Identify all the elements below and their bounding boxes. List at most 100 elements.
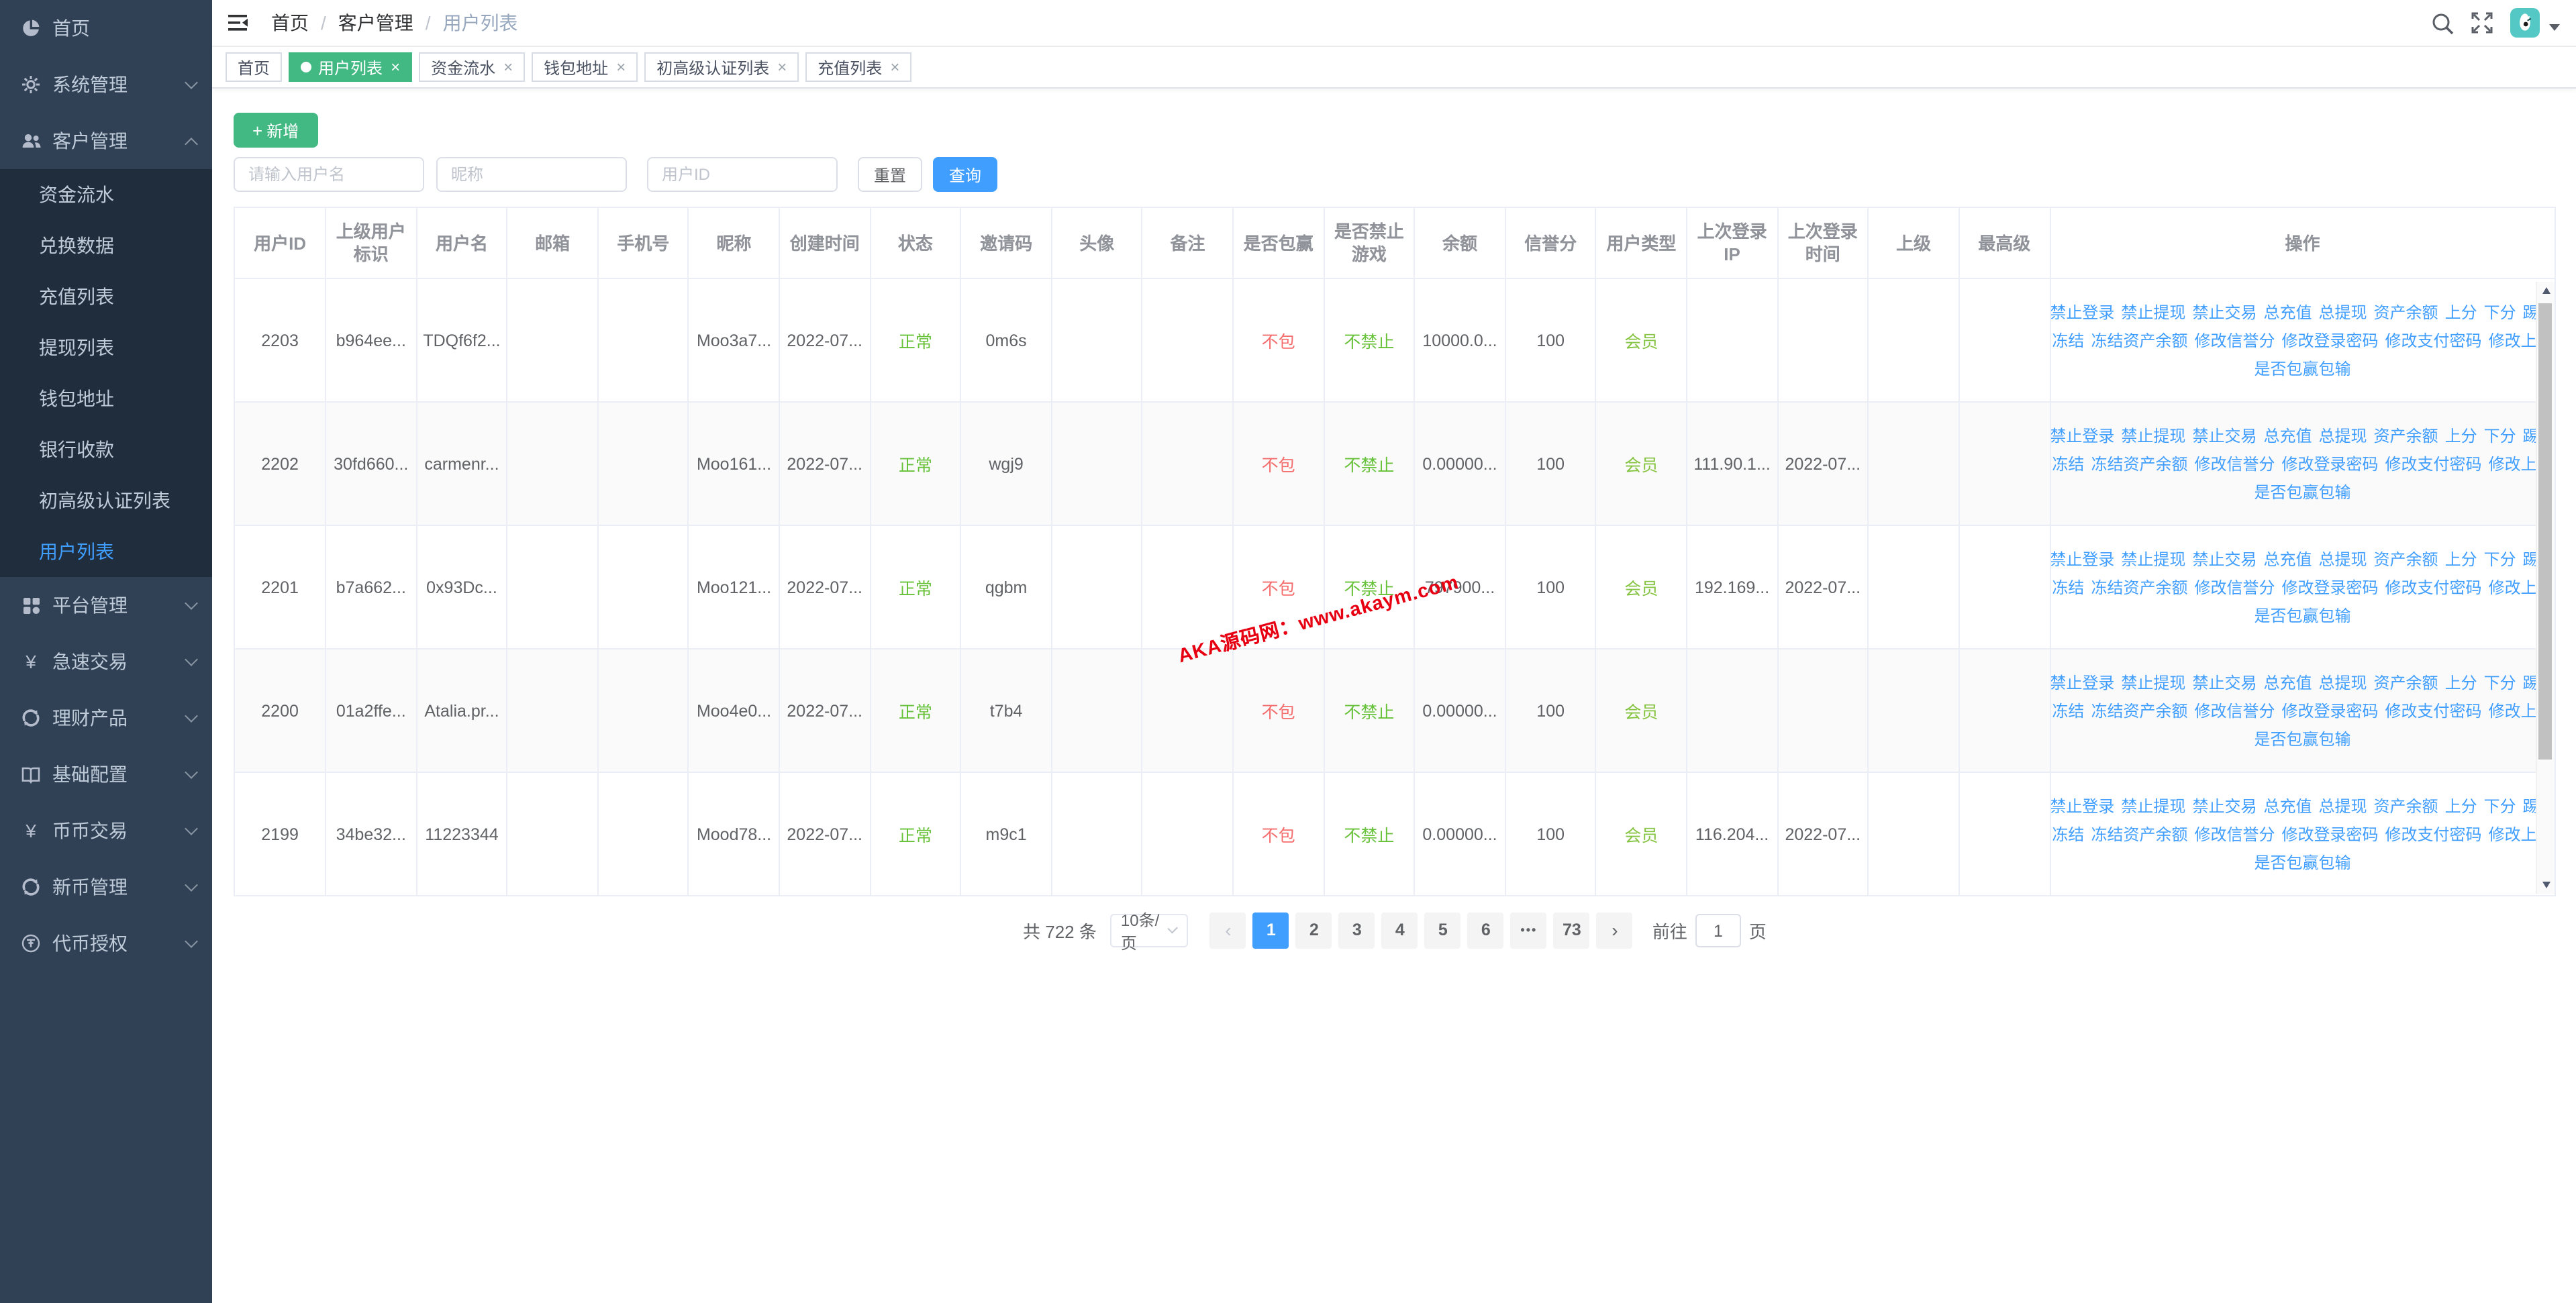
action-link[interactable]: 冻结	[2052, 327, 2084, 354]
page-button[interactable]: 6	[1467, 913, 1504, 949]
tab-wallet-address[interactable]: 钱包地址 ×	[532, 52, 638, 82]
sidebar-collapse-icon[interactable]	[228, 13, 248, 32]
add-user-button[interactable]: + 新增	[234, 113, 318, 148]
userid-input[interactable]	[647, 157, 838, 192]
action-link[interactable]: 修改登录密码	[2282, 327, 2379, 354]
action-link[interactable]: 下分	[2484, 422, 2516, 449]
close-icon[interactable]: ×	[616, 59, 626, 75]
action-link[interactable]: 是否包赢包输	[2254, 849, 2350, 876]
reset-button[interactable]: 重置	[858, 157, 923, 192]
action-link[interactable]: 冻结	[2052, 574, 2084, 601]
action-link[interactable]: 禁止交易	[2192, 422, 2257, 449]
action-link[interactable]: 禁止登录	[2050, 792, 2114, 819]
action-link[interactable]: 修改支付密码	[2385, 821, 2482, 847]
action-link[interactable]: 总充值	[2263, 299, 2312, 325]
action-link[interactable]: 冻结	[2052, 821, 2084, 847]
action-link[interactable]: 下分	[2484, 299, 2516, 325]
sidebar-subitem-bank-collection[interactable]: 银行收款	[0, 424, 212, 475]
next-page-button[interactable]: ›	[1596, 913, 1633, 949]
action-link[interactable]: 修改信誉分	[2194, 697, 2275, 724]
action-link[interactable]: 禁止登录	[2050, 422, 2114, 449]
action-link[interactable]: 冻结	[2052, 450, 2084, 477]
action-link[interactable]: 禁止交易	[2192, 792, 2257, 819]
action-link[interactable]: 修改支付密码	[2385, 327, 2482, 354]
action-link[interactable]: 总充值	[2263, 545, 2312, 572]
action-link[interactable]: 上分	[2445, 669, 2477, 696]
action-link[interactable]: 禁止提现	[2121, 545, 2185, 572]
scroll-up-icon[interactable]	[2537, 282, 2555, 299]
scrollbar-thumb[interactable]	[2538, 303, 2552, 760]
page-button[interactable]: 73	[1553, 913, 1590, 949]
sidebar-subitem-exchange-data[interactable]: 兑换数据	[0, 220, 212, 271]
action-link[interactable]: 修改信誉分	[2194, 327, 2275, 354]
action-link[interactable]: 是否包赢包输	[2254, 478, 2350, 505]
action-link[interactable]: 总提现	[2319, 422, 2367, 449]
action-link[interactable]: 资产余额	[2374, 792, 2438, 819]
action-link[interactable]: 禁止登录	[2050, 545, 2114, 572]
action-link[interactable]: 禁止提现	[2121, 669, 2185, 696]
avatar[interactable]	[2510, 8, 2540, 38]
action-link[interactable]: 下分	[2484, 792, 2516, 819]
action-link[interactable]: 修改信誉分	[2194, 450, 2275, 477]
sidebar-item-wealth[interactable]: 理财产品	[0, 690, 212, 746]
action-link[interactable]: 总提现	[2319, 545, 2367, 572]
sidebar-subitem-kyc-list[interactable]: 初高级认证列表	[0, 475, 212, 526]
tab-kyc-list[interactable]: 初高级认证列表 ×	[644, 52, 799, 82]
action-link[interactable]: 冻结资产余额	[2091, 697, 2187, 724]
breadcrumb-home[interactable]: 首页	[271, 9, 309, 36]
page-button[interactable]: 1	[1252, 913, 1289, 949]
action-link[interactable]: 修改信誉分	[2194, 574, 2275, 601]
sidebar-item-coin-trade[interactable]: ¥ 币币交易	[0, 802, 212, 859]
action-link[interactable]: 下分	[2484, 669, 2516, 696]
sidebar-subitem-withdraw-list[interactable]: 提现列表	[0, 322, 212, 373]
close-icon[interactable]: ×	[391, 59, 400, 75]
tab-home[interactable]: 首页	[226, 52, 283, 82]
action-link[interactable]: 上分	[2445, 792, 2477, 819]
query-button[interactable]: 查询	[933, 157, 998, 192]
breadcrumb-customer[interactable]: 客户管理	[338, 9, 413, 36]
page-size-select[interactable]: 10条/页	[1109, 910, 1188, 952]
sidebar-item-base-config[interactable]: 基础配置	[0, 746, 212, 802]
sidebar-subitem-wallet-address[interactable]: 钱包地址	[0, 373, 212, 424]
tab-user-list[interactable]: 用户列表 ×	[289, 52, 413, 82]
sidebar-subitem-user-list[interactable]: 用户列表	[0, 526, 212, 577]
sidebar-item-platform[interactable]: 平台管理	[0, 577, 212, 633]
action-link[interactable]: 上分	[2445, 299, 2477, 325]
action-link[interactable]: 禁止交易	[2192, 545, 2257, 572]
action-link[interactable]: 禁止登录	[2050, 299, 2114, 325]
user-menu-caret-icon[interactable]	[2549, 23, 2560, 30]
username-input[interactable]	[234, 157, 424, 192]
goto-page-input[interactable]	[1695, 914, 1741, 947]
sidebar-subitem-fund-flow[interactable]: 资金流水	[0, 169, 212, 220]
page-button[interactable]: 4	[1381, 913, 1418, 949]
action-link[interactable]: 禁止登录	[2050, 669, 2114, 696]
nickname-input[interactable]	[436, 157, 627, 192]
action-link[interactable]: 禁止提现	[2121, 299, 2185, 325]
sidebar-item-customer[interactable]: 客户管理	[0, 113, 212, 169]
action-link[interactable]: 是否包赢包输	[2254, 355, 2350, 382]
action-link[interactable]: 冻结资产余额	[2091, 327, 2187, 354]
action-link[interactable]: 总提现	[2319, 792, 2367, 819]
page-button[interactable]: 3	[1338, 913, 1375, 949]
prev-page-button[interactable]: ‹	[1209, 913, 1246, 949]
action-link[interactable]: 冻结	[2052, 697, 2084, 724]
search-icon[interactable]	[2431, 11, 2454, 34]
action-link[interactable]: 修改登录密码	[2282, 697, 2379, 724]
action-link[interactable]: 修改支付密码	[2385, 574, 2482, 601]
sidebar-item-home[interactable]: 首页	[0, 0, 212, 56]
tab-fund-flow[interactable]: 资金流水 ×	[419, 52, 526, 82]
action-link[interactable]: 总提现	[2319, 299, 2367, 325]
action-link[interactable]: 总充值	[2263, 669, 2312, 696]
page-button[interactable]: 5	[1424, 913, 1461, 949]
action-link[interactable]: 下分	[2484, 545, 2516, 572]
action-link[interactable]: 禁止交易	[2192, 299, 2257, 325]
sidebar-item-new-coin[interactable]: 新币管理	[0, 859, 212, 915]
action-link[interactable]: 禁止交易	[2192, 669, 2257, 696]
action-link[interactable]: 资产余额	[2374, 669, 2438, 696]
close-icon[interactable]: ×	[503, 59, 513, 75]
action-link[interactable]: 资产余额	[2374, 545, 2438, 572]
action-link[interactable]: 上分	[2445, 422, 2477, 449]
action-link[interactable]: 修改支付密码	[2385, 697, 2482, 724]
sidebar-item-token-auth[interactable]: 代币授权	[0, 915, 212, 972]
close-icon[interactable]: ×	[777, 59, 787, 75]
